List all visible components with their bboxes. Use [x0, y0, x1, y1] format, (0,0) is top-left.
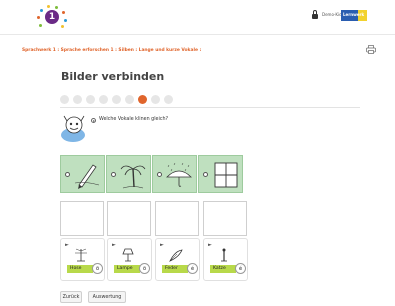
vowel-badge: é: [187, 263, 198, 274]
progress-step-9: [164, 95, 173, 104]
word-label: Feder: [165, 266, 178, 271]
word-label: Lampe: [117, 266, 133, 271]
word-card[interactable]: ► Hose ö: [60, 238, 105, 281]
cat-icon: [221, 248, 227, 262]
word-label: Katze: [213, 266, 226, 271]
page-title: Bilder verbinden: [61, 70, 165, 83]
audio-play-icon[interactable]: [91, 118, 96, 123]
feather-icon: [169, 249, 183, 262]
lamp-icon: [122, 248, 134, 262]
umbrella-icon: [166, 162, 192, 187]
audio-play-icon[interactable]: [157, 172, 162, 177]
drag-arrow-icon: ►: [112, 242, 116, 248]
brand-logo: Lernwerk: [341, 10, 367, 21]
audio-play-icon[interactable]: [111, 172, 116, 177]
word-card[interactable]: ► Katze é: [203, 238, 248, 281]
mascot-icon: [61, 115, 85, 142]
brand-label: Lernwerk: [343, 12, 365, 17]
print-icon[interactable]: [366, 45, 376, 54]
drop-target-3[interactable]: [155, 201, 199, 236]
palm-tree-icon: [120, 165, 146, 189]
drag-arrow-icon: ►: [160, 242, 164, 248]
logo-number: 1: [45, 10, 59, 24]
audio-play-icon[interactable]: [65, 172, 70, 177]
picture-card-pencil[interactable]: [60, 155, 105, 193]
breadcrumb[interactable]: Sprachwerk 1 : Sprache erforschen 1 : Si…: [22, 48, 201, 53]
picture-card-umbrella[interactable]: [152, 155, 197, 193]
divider: [60, 107, 360, 108]
window-icon: [214, 162, 238, 188]
progress-step-4: [99, 95, 108, 104]
lock-icon: [312, 10, 318, 19]
drop-target-2[interactable]: [107, 201, 151, 236]
drop-target-4[interactable]: [203, 201, 247, 236]
picture-card-palm-tree[interactable]: [106, 155, 151, 193]
vowel-badge: é: [235, 263, 246, 274]
progress-step-1: [60, 95, 69, 104]
app-logo[interactable]: 1: [35, 4, 69, 30]
drag-arrow-icon: ►: [65, 242, 69, 248]
progress-step-2: [73, 95, 82, 104]
progress-step-8: [151, 95, 160, 104]
vowel-badge: ö: [92, 263, 103, 274]
progress-step-3: [86, 95, 95, 104]
word-card[interactable]: ► Lampe ö: [107, 238, 152, 281]
evaluate-button[interactable]: Auswertung: [88, 291, 126, 303]
back-button[interactable]: Zurück: [60, 291, 82, 303]
user-name[interactable]: Demo-Kid: [322, 12, 342, 17]
drag-arrow-icon: ►: [208, 242, 212, 248]
pencil-icon: [74, 164, 100, 189]
progress-step-6: [125, 95, 134, 104]
vowel-badge: ö: [139, 263, 150, 274]
hose-sprinkler-icon: [75, 248, 87, 262]
progress-step-5: [112, 95, 121, 104]
top-bar: 1 Demo-Kid Lernwerk: [0, 0, 395, 35]
word-label: Hose: [70, 266, 82, 271]
picture-card-window[interactable]: [198, 155, 243, 193]
word-card[interactable]: ► Feder é: [155, 238, 200, 281]
drop-target-1[interactable]: [60, 201, 104, 236]
progress-step-7: [138, 95, 147, 104]
audio-play-icon[interactable]: [203, 172, 208, 177]
question-text: Welche Vokale klinen gleich?: [99, 117, 169, 122]
